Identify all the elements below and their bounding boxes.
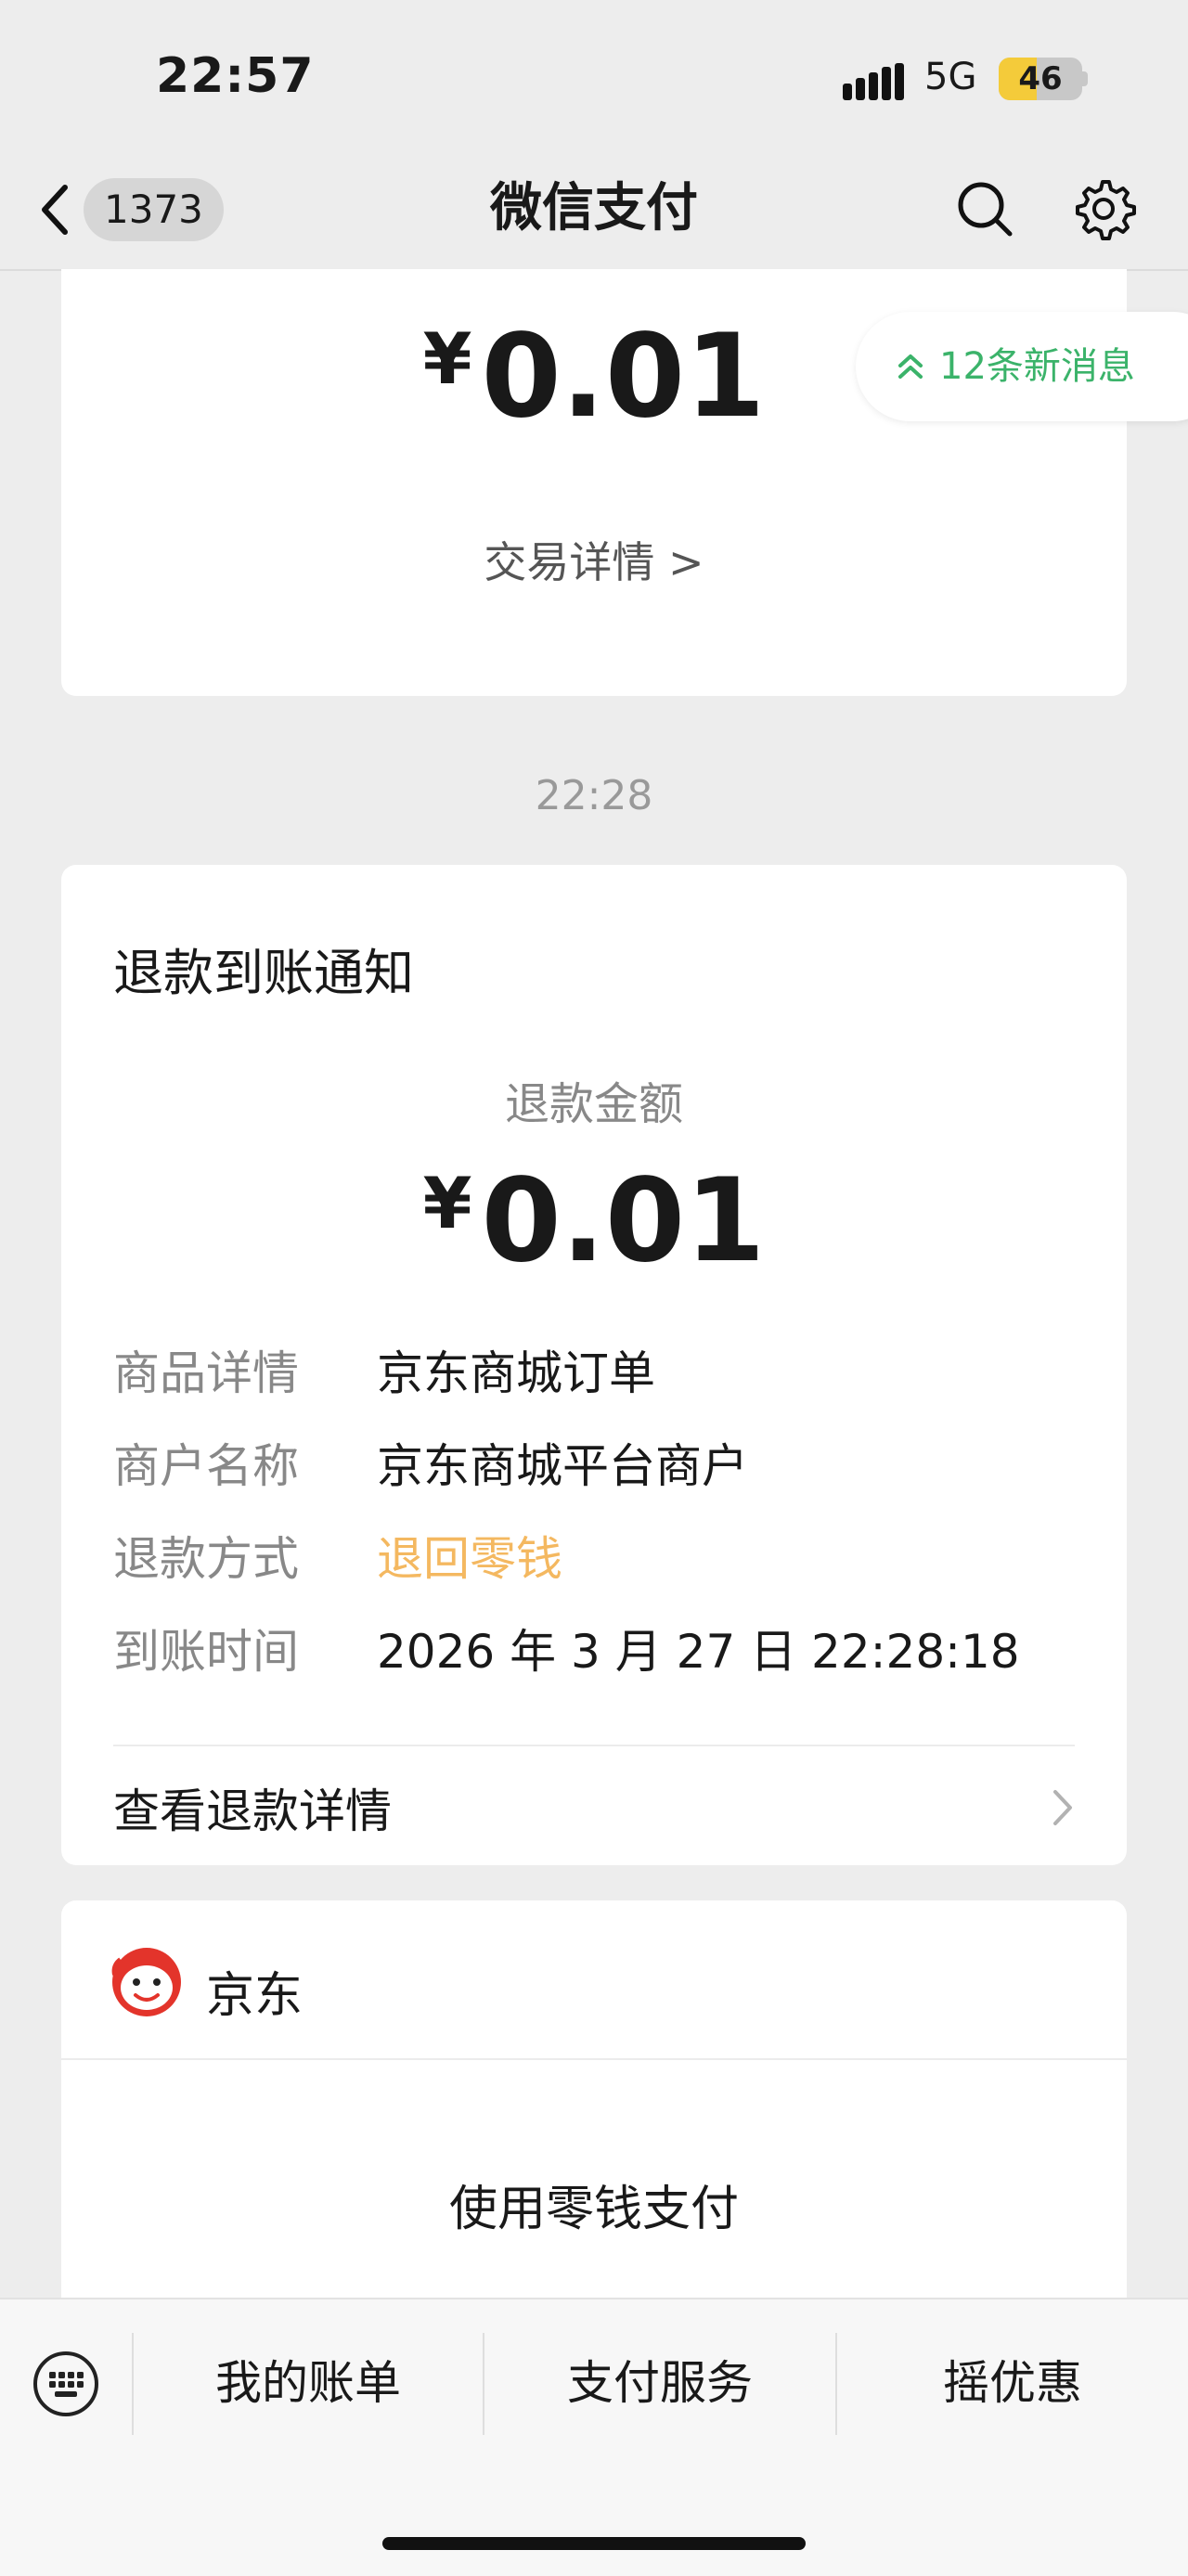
new-messages-label: 12条新消息 <box>939 345 1135 388</box>
merchant-card[interactable]: 京东 使用零钱支付 <box>61 1900 1127 2327</box>
divider <box>61 2058 1127 2060</box>
amount-value: 0.01 <box>481 1154 766 1288</box>
battery-tip <box>1082 71 1088 86</box>
row-key: 商品详情 <box>113 1346 299 1400</box>
back-button[interactable]: 1373 <box>37 178 224 241</box>
status-time: 22:57 <box>156 48 315 104</box>
currency-symbol: ¥ <box>422 317 472 400</box>
currency-symbol: ¥ <box>422 1162 472 1244</box>
view-refund-details-link[interactable]: 查看退款详情 <box>113 1774 1075 1841</box>
view-refund-details-label: 查看退款详情 <box>113 1784 392 1838</box>
tab-payment-services[interactable]: 支付服务 <box>484 2327 835 2439</box>
detail-row-arrival-time: 到账时间 2026 年 3 月 27 日 22:28:18 <box>113 1615 1075 1681</box>
detail-row-product: 商品详情 京东商城订单 <box>113 1336 1075 1403</box>
row-key: 到账时间 <box>113 1625 299 1679</box>
payment-method-text: 使用零钱支付 <box>448 2182 739 2237</box>
tab-shake-offers[interactable]: 摇优惠 <box>837 2327 1188 2439</box>
row-value: 京东商城平台商户 <box>377 1439 748 1493</box>
card-title: 退款到账通知 <box>113 944 414 1002</box>
keyboard-icon[interactable] <box>32 2350 100 2418</box>
search-icon[interactable] <box>952 176 1017 241</box>
nav-bar: 1373 微信支付 <box>0 148 1188 271</box>
status-bar: 22:57 5G 46 <box>0 0 1188 148</box>
amount-value: 0.01 <box>481 310 766 444</box>
row-key: 商户名称 <box>113 1439 299 1493</box>
settings-gear-icon[interactable] <box>1071 176 1136 241</box>
jd-mascot-icon <box>111 1948 181 2016</box>
message-timestamp: 22:28 <box>535 772 653 819</box>
row-value: 京东商城订单 <box>377 1346 655 1400</box>
merchant-name: 京东 <box>206 1968 303 2024</box>
back-arrow-icon <box>42 185 68 235</box>
battery-icon: 46 <box>999 58 1082 100</box>
new-messages-button[interactable]: 12条新消息 <box>856 312 1188 421</box>
home-indicator[interactable] <box>382 2537 806 2550</box>
signal-strength-icon <box>843 63 904 100</box>
row-value: 退回零钱 <box>377 1532 562 1586</box>
detail-row-merchant: 商户名称 京东商城平台商户 <box>113 1429 1075 1496</box>
battery-level: 46 <box>1018 60 1063 97</box>
detail-row-refund-method: 退款方式 退回零钱 <box>113 1522 1075 1589</box>
bottom-menu-bar: 我的账单 支付服务 摇优惠 <box>0 2298 1188 2576</box>
refund-amount-label: 退款金额 <box>504 1078 683 1130</box>
refund-amount: ¥0.01 <box>61 1154 1127 1288</box>
row-value: 2026 年 3 月 27 日 22:28:18 <box>377 1625 1020 1679</box>
refund-notice-card[interactable]: 退款到账通知 退款金额 ¥0.01 商品详情 京东商城订单 商户名称 京东商城平… <box>61 865 1127 1865</box>
chevron-right-icon <box>1053 1790 1072 1825</box>
double-chevron-up-icon <box>898 354 923 379</box>
row-key: 退款方式 <box>113 1532 299 1586</box>
unread-count-badge: 1373 <box>84 178 224 241</box>
tab-my-bills[interactable]: 我的账单 <box>134 2327 483 2439</box>
network-type: 5G <box>924 56 977 98</box>
transaction-details-link[interactable]: 交易详情 > <box>61 529 1127 590</box>
divider <box>113 1745 1075 1746</box>
